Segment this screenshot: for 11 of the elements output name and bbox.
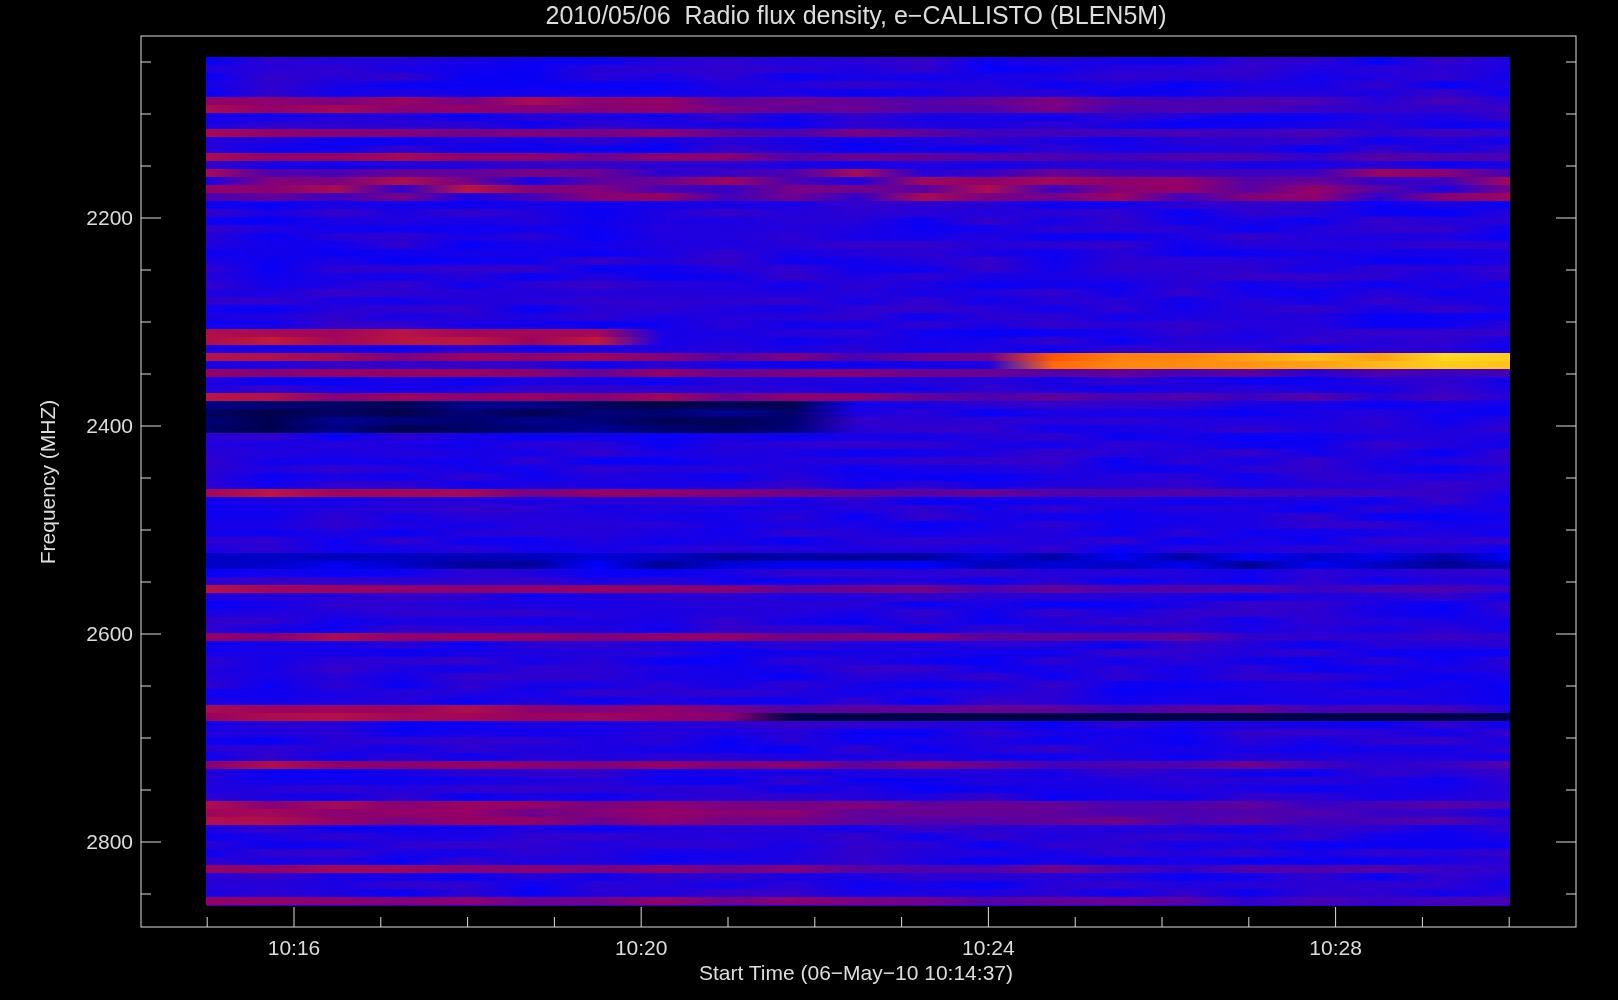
x-axis-label: Start Time (06−May−10 10:14:37) <box>699 961 1013 984</box>
y-tick-label: 2600 <box>86 622 133 645</box>
x-tick-label: 10:24 <box>962 936 1015 959</box>
x-tick-label: 10:28 <box>1309 936 1362 959</box>
y-tick-label: 2200 <box>86 206 133 229</box>
y-tick-label: 2800 <box>86 830 133 853</box>
x-tick-label: 10:16 <box>267 936 321 959</box>
x-tick-label: 10:20 <box>614 936 668 959</box>
chart-title: 2010/05/06 Radio flux density, e−CALLISTO (BLEN5M) <box>545 1 1167 29</box>
y-axis-label: Frequency (MHZ) <box>36 399 59 565</box>
y-tick-label: 2400 <box>86 414 133 437</box>
